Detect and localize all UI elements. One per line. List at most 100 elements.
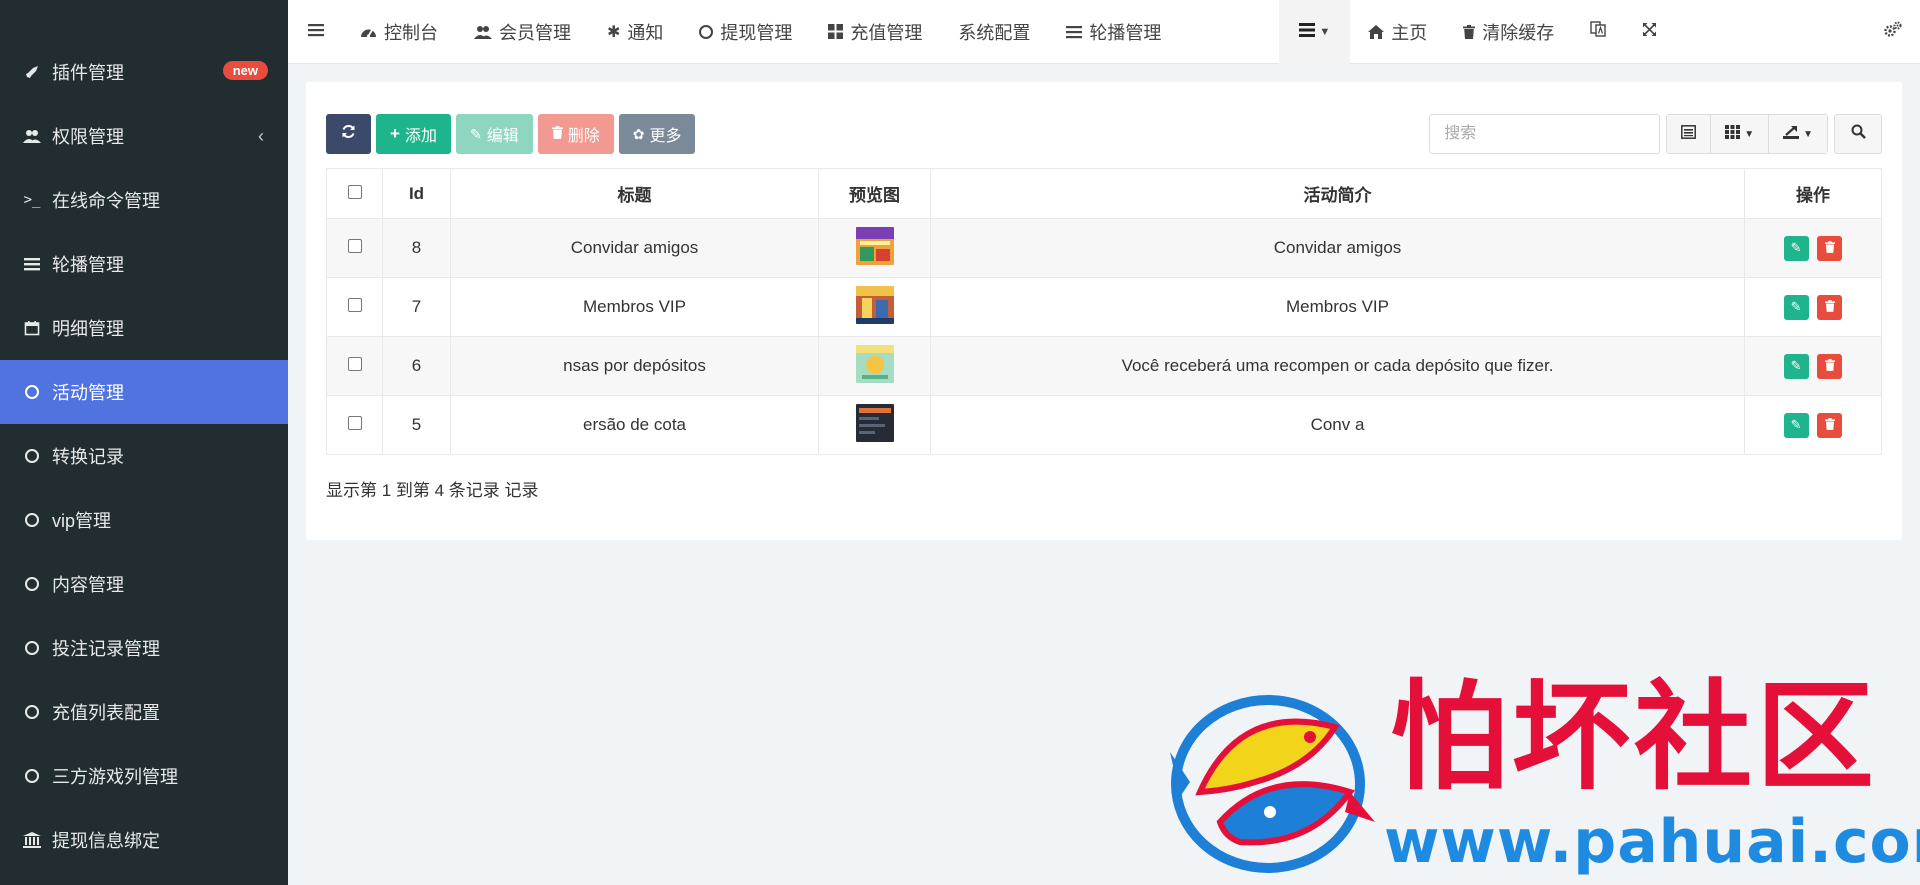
sidebar-item-label: 插件管理: [52, 63, 124, 83]
trash-icon: [1824, 238, 1835, 258]
row-checkbox[interactable]: [347, 357, 362, 371]
row-select-cell: [326, 336, 383, 396]
expand-icon: [1642, 21, 1657, 42]
sidebar-item-bet-records[interactable]: 投注记录管理: [0, 616, 288, 680]
sidebar-item-withdraw-binding[interactable]: 提现信息绑定: [0, 808, 288, 872]
row-select-cell: [326, 395, 383, 455]
export-button[interactable]: ▼: [1769, 115, 1827, 153]
column-header-title[interactable]: 标题: [450, 168, 819, 219]
preview-thumbnail[interactable]: [855, 285, 894, 324]
table-row: 8 Convidar amigos Convidar amigos ✎: [326, 218, 1882, 278]
preview-thumbnail[interactable]: [855, 344, 894, 383]
terminal-icon: >_: [23, 192, 41, 208]
view-tools-group: ▼ ▼: [1666, 114, 1828, 154]
row-delete-button[interactable]: [1817, 353, 1843, 379]
settings-button[interactable]: [1866, 0, 1920, 64]
tab-withdrawals[interactable]: 提现管理: [681, 0, 810, 64]
tab-notifications[interactable]: ✱ 通知: [589, 0, 681, 64]
row-edit-button[interactable]: ✎: [1783, 294, 1809, 320]
pagination-info: 显示第 1 到第 4 条记录 记录: [326, 481, 539, 500]
fullscreen-button[interactable]: [1624, 0, 1675, 64]
watermark-text: 怕坏社区: [1390, 668, 1879, 806]
caret-down-icon: ▼: [1803, 128, 1813, 140]
row-edit-button[interactable]: ✎: [1783, 412, 1809, 438]
sidebar-item-third-party-games[interactable]: 三方游戏列管理: [0, 744, 288, 808]
tab-members[interactable]: 会员管理: [456, 0, 589, 64]
more-tabs-dropdown[interactable]: ▼: [1279, 0, 1351, 64]
delete-button[interactable]: 删除: [537, 114, 614, 154]
columns-button[interactable]: ▼: [1711, 115, 1770, 153]
list-icon: [1066, 25, 1083, 39]
tab-carousel[interactable]: 轮播管理: [1048, 0, 1179, 64]
row-delete-button[interactable]: [1817, 412, 1843, 438]
sidebar-item-permissions[interactable]: 权限管理 ‹: [0, 104, 288, 168]
trash-icon: [1463, 24, 1476, 39]
sidebar-top-spacer: [0, 0, 288, 40]
tab-label: 提现管理: [720, 22, 793, 43]
row-checkbox[interactable]: [347, 416, 362, 430]
table-row: 5 ersão de cota Conv a ✎: [326, 395, 1882, 455]
language-button[interactable]: [1572, 0, 1624, 64]
sidebar-item-details[interactable]: 明细管理: [0, 296, 288, 360]
sidebar-item-conversion-records[interactable]: 转换记录: [0, 424, 288, 488]
add-label: 添加: [404, 128, 437, 145]
cell-description: Convidar amigos: [930, 218, 1745, 278]
sidebar-item-activities[interactable]: 活动管理: [0, 360, 288, 424]
table-tools: ▼ ▼: [1429, 114, 1882, 154]
column-header-actions: 操作: [1744, 168, 1882, 219]
cell-description: Membros VIP: [930, 277, 1745, 337]
plus-icon: +: [390, 124, 400, 143]
cell-actions: ✎: [1744, 218, 1882, 278]
caret-down-icon: ▼: [1319, 25, 1331, 38]
tab-label: 系统配置: [958, 22, 1031, 43]
table-header-row: Id 标题 预览图 活动简介 操作: [326, 168, 1882, 219]
edit-button[interactable]: ✎ 编辑: [455, 114, 533, 154]
circle-icon: [22, 574, 42, 594]
menu-toggle-button[interactable]: [288, 0, 342, 64]
more-button[interactable]: ✿ 更多: [618, 114, 696, 154]
content-panel: + 添加 ✎ 编辑 删除 ✿ 更多 搜索 ▼ ▼ Id 标题 预览图 活动简介 …: [306, 82, 1902, 540]
table-row: 7 Membros VIP Membros VIP ✎: [326, 277, 1882, 337]
toggle-view-button[interactable]: [1667, 115, 1712, 153]
cell-preview: [818, 218, 931, 278]
row-edit-button[interactable]: ✎: [1783, 353, 1809, 379]
export-icon: [1783, 125, 1800, 143]
column-header-description[interactable]: 活动简介: [930, 168, 1745, 219]
search-icon: [1851, 124, 1866, 144]
cell-id: 6: [382, 336, 451, 396]
home-link[interactable]: 主页: [1350, 0, 1445, 64]
row-checkbox[interactable]: [347, 298, 362, 312]
tab-dashboard[interactable]: 控制台: [342, 0, 456, 64]
select-all-checkbox[interactable]: [347, 184, 362, 199]
search-input[interactable]: [1429, 114, 1661, 154]
refresh-icon: [341, 124, 356, 144]
select-all-cell[interactable]: [326, 168, 383, 219]
row-checkbox[interactable]: [347, 239, 362, 253]
watermark-url: www.pahuai.com: [1384, 807, 1920, 877]
tab-system-config[interactable]: 系统配置: [940, 0, 1048, 64]
pencil-icon: ✎: [1790, 417, 1802, 432]
row-edit-button[interactable]: ✎: [1783, 235, 1809, 261]
circle-icon: [699, 24, 714, 39]
search-button[interactable]: [1834, 114, 1882, 154]
clear-cache-button[interactable]: 清除缓存: [1445, 0, 1572, 64]
row-delete-button[interactable]: [1817, 235, 1843, 261]
tab-recharges[interactable]: 充值管理: [810, 0, 940, 64]
sidebar-item-label: 在线命令管理: [52, 191, 160, 211]
sidebar-item-vip[interactable]: vip管理: [0, 488, 288, 552]
refresh-button[interactable]: [326, 114, 371, 154]
add-button[interactable]: + 添加: [376, 114, 451, 154]
column-header-id[interactable]: Id: [382, 168, 451, 219]
preview-thumbnail[interactable]: [855, 403, 894, 442]
sidebar-item-content[interactable]: 内容管理: [0, 552, 288, 616]
pencil-icon: ✎: [1790, 240, 1802, 255]
sidebar-item-online-command[interactable]: >_ 在线命令管理: [0, 168, 288, 232]
row-delete-button[interactable]: [1817, 294, 1843, 320]
sidebar-item-plugins[interactable]: 插件管理 new: [0, 40, 288, 104]
sidebar-item-recharge-list[interactable]: 充值列表配置: [0, 680, 288, 744]
column-header-preview[interactable]: 预览图: [818, 168, 931, 219]
sidebar-item-carousel[interactable]: 轮播管理: [0, 232, 288, 296]
users-icon: [474, 24, 492, 40]
preview-thumbnail[interactable]: [855, 226, 894, 265]
sidebar-item-label: 内容管理: [52, 575, 124, 595]
